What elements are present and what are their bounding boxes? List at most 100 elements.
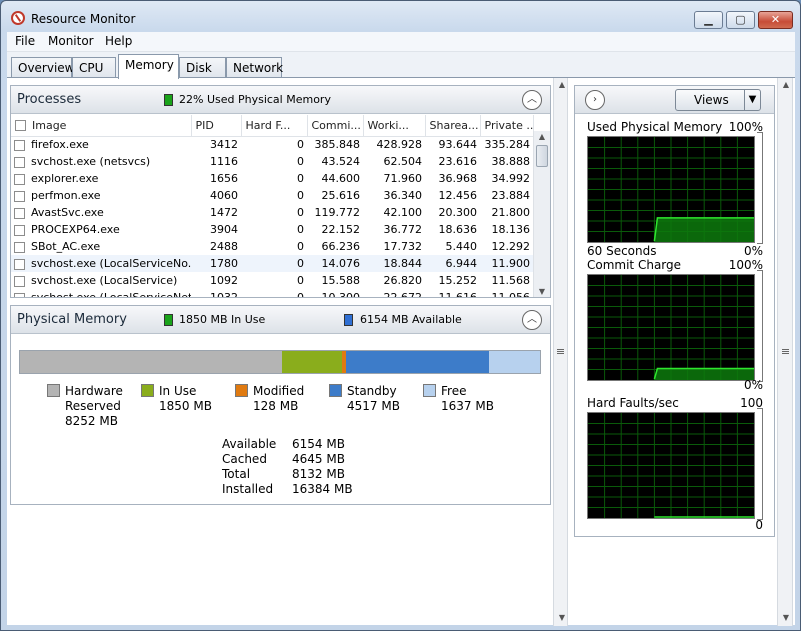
- process-row[interactable]: svchost.exe (netsvcs) 1116 0 43.524 62.504 23…: [11, 153, 533, 170]
- process-checkbox[interactable]: [14, 224, 25, 236]
- select-all-checkbox[interactable]: [15, 120, 26, 132]
- process-cell-commit: 10.300: [321, 291, 361, 298]
- menu-help[interactable]: Help: [105, 34, 132, 48]
- resource-monitor-icon: [11, 11, 25, 25]
- stat-total-value: 8132 MB: [292, 467, 345, 481]
- left-pane-scroll-down-icon[interactable]: ▼: [554, 613, 570, 622]
- processes-scroll-thumb[interactable]: [536, 145, 548, 167]
- title-bar: Resource Monitor ▁ ▢ ✕: [1, 1, 800, 33]
- memory-bar-standby: [345, 351, 490, 373]
- right-splitter-grip-icon[interactable]: [782, 349, 789, 354]
- process-checkbox[interactable]: [14, 139, 25, 151]
- graph-used-physical-memory: Used Physical Memory 100% 60 Seconds 0%: [587, 120, 763, 260]
- process-cell-pid: 1116: [210, 155, 238, 168]
- scroll-up-arrow-icon[interactable]: ▲: [534, 132, 550, 141]
- process-checkbox[interactable]: [14, 207, 25, 219]
- graph-hard-faults-min: 0: [755, 518, 763, 532]
- left-pane-scroll-up-icon[interactable]: ▲: [554, 80, 570, 89]
- process-cell-shareable: 6.944: [425, 255, 480, 272]
- tab-memory[interactable]: Memory: [118, 54, 179, 79]
- process-checkbox[interactable]: [14, 292, 25, 297]
- stat-available-value: 6154 MB: [292, 437, 345, 451]
- process-cell-shareable: 36.968: [438, 172, 478, 185]
- close-button[interactable]: ✕: [758, 11, 793, 29]
- process-row[interactable]: svchost.exe (LocalServiceNet... 1032 0 10.3…: [11, 289, 533, 298]
- collapse-physical-memory-icon[interactable]: ︿: [522, 310, 542, 330]
- right-pane-scrollbar[interactable]: ▲ ▼: [777, 78, 793, 626]
- process-image-name: PROCEXP64.exe: [31, 223, 120, 236]
- process-cell-hard-faults: 0: [297, 155, 304, 168]
- splitter-grip-icon[interactable]: [557, 349, 564, 354]
- process-checkbox[interactable]: [14, 241, 25, 253]
- process-cell-commit: 15.588: [321, 274, 361, 287]
- process-row[interactable]: AvastSvc.exe 1472 0 119.772 42.100 20.300 21.8…: [11, 204, 533, 221]
- process-row[interactable]: PROCEXP64.exe 3904 0 22.152 36.772 18.636 18.1…: [11, 221, 533, 238]
- process-checkbox[interactable]: [14, 258, 25, 270]
- column-private[interactable]: Private ...: [480, 115, 534, 137]
- physical-memory-header[interactable]: Physical Memory 1850 MB In Use 6154 MB A…: [11, 306, 550, 334]
- column-hard-faults[interactable]: Hard F...: [241, 115, 308, 137]
- process-cell-working-set: 17.732: [383, 240, 423, 253]
- column-shareable[interactable]: Sharea...: [425, 115, 481, 137]
- hardware-reserved-swatch: [47, 384, 60, 397]
- collapse-processes-icon[interactable]: ︿: [522, 90, 542, 110]
- process-checkbox[interactable]: [14, 190, 25, 202]
- memory-tab-content: Processes 22% Used Physical Memory ︿ Ima…: [7, 77, 795, 626]
- views-button[interactable]: Views ▼: [675, 89, 761, 111]
- window-title: Resource Monitor: [31, 12, 136, 26]
- maximize-button[interactable]: ▢: [726, 11, 755, 29]
- memory-usage-bar: [19, 350, 541, 374]
- tab-cpu[interactable]: CPU: [72, 57, 116, 78]
- process-cell-pid: 3412: [210, 138, 238, 152]
- column-working-set[interactable]: Worki...: [363, 115, 426, 137]
- modified-value: 128 MB: [253, 399, 299, 413]
- process-image-name: perfmon.exe: [31, 189, 101, 202]
- column-commit[interactable]: Commi...: [307, 115, 364, 137]
- process-image-name: firefox.exe: [31, 138, 89, 152]
- scroll-down-arrow-icon[interactable]: ▼: [534, 287, 550, 296]
- graph-commit-charge-min: 0%: [743, 378, 763, 392]
- menu-file[interactable]: File: [15, 34, 35, 48]
- tab-network[interactable]: Network: [226, 57, 283, 78]
- available-summary: 6154 MB Available: [360, 313, 462, 326]
- process-checkbox[interactable]: [14, 173, 25, 185]
- process-cell-pid: 1472: [210, 206, 238, 219]
- process-checkbox[interactable]: [14, 275, 25, 287]
- collapse-graphs-icon[interactable]: ›: [585, 90, 605, 110]
- menu-monitor[interactable]: Monitor: [48, 34, 94, 48]
- processes-header[interactable]: Processes 22% Used Physical Memory ︿: [11, 86, 550, 114]
- process-checkbox[interactable]: [14, 156, 25, 168]
- process-row[interactable]: svchost.exe (LocalService) 1092 0 15.588 26.…: [11, 272, 533, 289]
- graph-area: [654, 368, 754, 380]
- graphs-pane: › Views ▼ Used Physical Memory 100% 60 S…: [574, 85, 775, 537]
- views-dropdown-arrow-icon[interactable]: ▼: [744, 90, 760, 110]
- left-pane-scrollbar[interactable]: ▲ ▼: [553, 78, 568, 626]
- right-pane-scroll-up-icon[interactable]: ▲: [778, 80, 794, 89]
- tab-overview[interactable]: Overview: [11, 57, 75, 78]
- minimize-button[interactable]: ▁: [694, 11, 723, 29]
- process-image-cell: firefox.exe: [11, 136, 191, 153]
- process-row[interactable]: svchost.exe (LocalServiceNo... 1780 0 14.07…: [11, 255, 533, 272]
- process-cell-private: 18.136: [491, 223, 531, 236]
- tab-disk[interactable]: Disk: [179, 57, 226, 78]
- processes-column-headers: Image PID Hard F... Commi... Worki... Sh…: [11, 115, 534, 137]
- memory-bar-hardware-reserved: [20, 351, 283, 373]
- process-cell-shareable: 15.252: [438, 274, 478, 287]
- processes-scrollbar[interactable]: ▲ ▼: [533, 131, 550, 297]
- graph-used-physical-memory-label: Used Physical Memory: [587, 120, 723, 134]
- process-cell-hard-faults: 0: [297, 189, 304, 202]
- column-pid[interactable]: PID: [191, 115, 242, 137]
- process-cell-private: 21.800: [491, 206, 531, 219]
- column-image[interactable]: Image: [11, 115, 192, 137]
- process-row[interactable]: firefox.exe 3412 0 385.848 428.928 93.644 335.…: [11, 136, 533, 153]
- process-row[interactable]: SBot_AC.exe 2488 0 66.236 17.732 5.440 12.292: [11, 238, 533, 255]
- process-row[interactable]: perfmon.exe 4060 0 25.616 36.340 12.456 23.884: [11, 187, 533, 204]
- process-cell-private: 38.888: [491, 155, 531, 168]
- process-cell-hard-faults: 0: [297, 291, 304, 298]
- process-row[interactable]: explorer.exe 1656 0 44.600 71.960 36.968 34.99…: [11, 170, 533, 187]
- process-cell-working-set: 26.820: [383, 274, 423, 287]
- physical-memory-pane: Physical Memory 1850 MB In Use 6154 MB A…: [10, 305, 551, 505]
- process-cell-working-set: 36.340: [383, 189, 423, 202]
- right-pane-scroll-down-icon[interactable]: ▼: [778, 613, 794, 622]
- graph-hard-faults-scale: [757, 408, 763, 520]
